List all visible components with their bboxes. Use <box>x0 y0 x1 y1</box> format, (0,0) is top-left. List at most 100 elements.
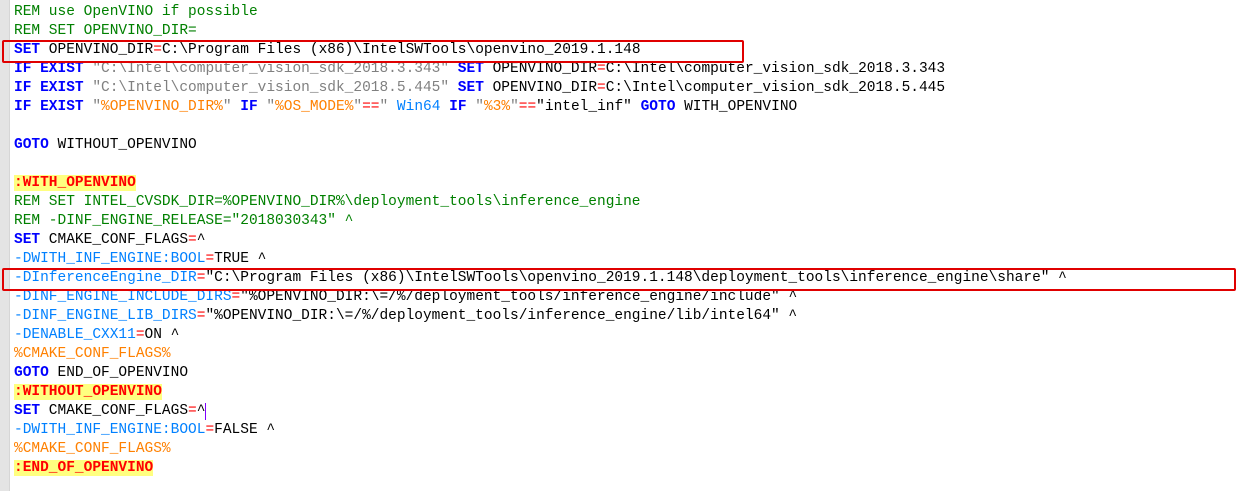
code-line-15[interactable]: -DInferenceEngine_DIR="C:\Program Files … <box>14 269 1067 288</box>
keyword-token: IF EXIST <box>14 80 84 96</box>
text-token: OPENVINO_DIR <box>483 80 598 96</box>
text-token: FALSE ^ <box>214 422 276 438</box>
code-line-10[interactable]: :WITH_OPENVINO <box>14 174 1067 193</box>
string-token: "C:\Intel\computer_vision_sdk_2018.5.445… <box>92 80 450 96</box>
keyword-token: IF EXIST <box>14 61 84 77</box>
operator-token: == <box>362 99 380 115</box>
code-line-12[interactable]: REM -DINF_ENGINE_RELEASE="2018030343" ^ <box>14 212 1067 231</box>
string-token: " <box>266 99 276 115</box>
keyword-token: GOTO <box>640 99 676 115</box>
code-line-11[interactable]: REM SET INTEL_CVSDK_DIR=%OPENVINO_DIR%\d… <box>14 193 1067 212</box>
label-token: :WITH_OPENVINO <box>14 175 136 191</box>
code-line-2[interactable]: REM SET OPENVINO_DIR= <box>14 22 1067 41</box>
flag-token: -DINF_ENGINE_LIB_DIRS <box>14 308 197 324</box>
string-token: " <box>475 99 484 115</box>
string-token: " <box>92 99 102 115</box>
code-line-7[interactable] <box>14 117 1067 136</box>
flag-token: -DWITH_INF_ENGINE:BOOL <box>14 422 206 438</box>
code-line-18[interactable]: -DENABLE_CXX11=ON ^ <box>14 326 1067 345</box>
code-line-14[interactable]: -DWITH_INF_ENGINE:BOOL=TRUE ^ <box>14 250 1067 269</box>
text-token: C:\Intel\computer_vision_sdk_2018.3.343 <box>605 61 946 77</box>
text-token: OPENVINO_DIR <box>483 61 598 77</box>
code-line-13[interactable]: SET CMAKE_CONF_FLAGS=^ <box>14 231 1067 250</box>
flag-token: -DENABLE_CXX11 <box>14 327 136 343</box>
text-token: "intel_inf" <box>536 99 641 115</box>
text-token: "%OPENVINO_DIR:\=/%/deployment_tools/inf… <box>205 308 798 324</box>
operator-token: = <box>135 327 145 343</box>
text-token: WITH_OPENVINO <box>675 99 798 115</box>
code-line-4[interactable]: IF EXIST "C:\Intel\computer_vision_sdk_2… <box>14 60 1067 79</box>
operator-token: = <box>188 403 197 419</box>
text-token: TRUE ^ <box>214 251 267 267</box>
keyword-token: IF <box>240 99 258 115</box>
flag-token: -DWITH_INF_ENGINE:BOOL <box>14 251 206 267</box>
keyword-token: SET <box>14 403 41 419</box>
comment-token: REM use OpenVINO if possible <box>14 4 258 20</box>
keyword-token: GOTO <box>14 365 49 381</box>
code-area[interactable]: REM use OpenVINO if possible REM SET OPEN… <box>10 3 1251 478</box>
keyword-token: GOTO <box>14 137 49 153</box>
variable-token: %3% <box>483 99 511 115</box>
code-line-23[interactable]: -DWITH_INF_ENGINE:BOOL=FALSE ^ <box>14 421 1067 440</box>
text-token: WITHOUT_OPENVINO <box>48 137 197 153</box>
label-token: :END_OF_OPENVINO <box>14 460 154 476</box>
variable-token: %CMAKE_CONF_FLAGS% <box>14 441 171 457</box>
text-token: OPENVINO_DIR <box>40 42 154 58</box>
code-line-24[interactable]: %CMAKE_CONF_FLAGS% <box>14 440 1067 459</box>
code-line-21[interactable]: :WITHOUT_OPENVINO <box>14 383 1067 402</box>
text-token: ^ <box>196 403 206 419</box>
keyword-token: SET <box>14 42 41 58</box>
operator-token: = <box>597 61 606 77</box>
flag-token: -DInferenceEngine_DIR <box>14 270 197 286</box>
code-line-3[interactable]: SET OPENVINO_DIR=C:\Program Files (x86)\… <box>14 41 1067 60</box>
keyword-token: IF EXIST <box>14 99 84 115</box>
text-token: C:\Program Files (x86)\IntelSWTools\open… <box>161 42 641 58</box>
code-line-6[interactable]: IF EXIST "%OPENVINO_DIR%" IF "%OS_MODE%"… <box>14 98 1067 117</box>
code-line-19[interactable]: %CMAKE_CONF_FLAGS% <box>14 345 1067 364</box>
text-token: ^ <box>196 232 206 248</box>
string-token: " <box>222 99 232 115</box>
operator-token: = <box>597 80 606 96</box>
operator-token: = <box>205 422 215 438</box>
operator-token: = <box>153 42 162 58</box>
text-token: CMAKE_CONF_FLAGS <box>40 232 189 248</box>
code-line-1[interactable]: REM use OpenVINO if possible <box>14 3 1067 22</box>
operator-token: == <box>518 99 537 115</box>
code-line-9[interactable] <box>14 155 1067 174</box>
variable-token: %OS_MODE% <box>275 99 354 115</box>
text-cursor <box>205 403 207 420</box>
flag-token: -DINF_ENGINE_INCLUDE_DIRS <box>14 289 232 305</box>
keyword-token: SET <box>14 232 41 248</box>
code-line-5[interactable]: IF EXIST "C:\Intel\computer_vision_sdk_2… <box>14 79 1067 98</box>
code-line-22[interactable]: SET CMAKE_CONF_FLAGS=^ <box>10 402 1251 421</box>
text-token: "%OPENVINO_DIR:\=/%/deployment_tools/inf… <box>240 289 798 305</box>
code-line-16[interactable]: -DINF_ENGINE_INCLUDE_DIRS="%OPENVINO_DIR… <box>14 288 1067 307</box>
comment-token: REM SET INTEL_CVSDK_DIR=%OPENVINO_DIR%\d… <box>14 194 641 210</box>
text-token: END_OF_OPENVINO <box>48 365 189 381</box>
string-token: "C:\Intel\computer_vision_sdk_2018.3.343… <box>92 61 450 77</box>
code-line-20[interactable]: GOTO END_OF_OPENVINO <box>14 364 1067 383</box>
operator-token: = <box>231 289 241 305</box>
string-token: " <box>510 99 519 115</box>
string-token: " <box>379 99 389 115</box>
variable-token: %OPENVINO_DIR% <box>101 99 223 115</box>
editor-gutter <box>0 0 10 491</box>
code-editor[interactable]: REM use OpenVINO if possible REM SET OPEN… <box>0 0 1251 491</box>
comment-token: REM SET OPENVINO_DIR= <box>14 23 197 39</box>
code-line-25[interactable]: :END_OF_OPENVINO <box>14 459 1067 478</box>
variable-token: %CMAKE_CONF_FLAGS% <box>14 346 171 362</box>
text-token: "C:\Program Files (x86)\IntelSWTools\ope… <box>205 270 1067 286</box>
text-token: CMAKE_CONF_FLAGS <box>40 403 189 419</box>
text-token: C:\Intel\computer_vision_sdk_2018.5.445 <box>605 80 946 96</box>
keyword-token: SET <box>457 80 484 96</box>
code-line-8[interactable]: GOTO WITHOUT_OPENVINO <box>14 136 1067 155</box>
label-token: :WITHOUT_OPENVINO <box>14 384 162 400</box>
comment-token: REM -DINF_ENGINE_RELEASE="2018030343" ^ <box>14 213 354 229</box>
code-line-17[interactable]: -DINF_ENGINE_LIB_DIRS="%OPENVINO_DIR:\=/… <box>14 307 1067 326</box>
flag-token: Win64 <box>396 99 441 115</box>
